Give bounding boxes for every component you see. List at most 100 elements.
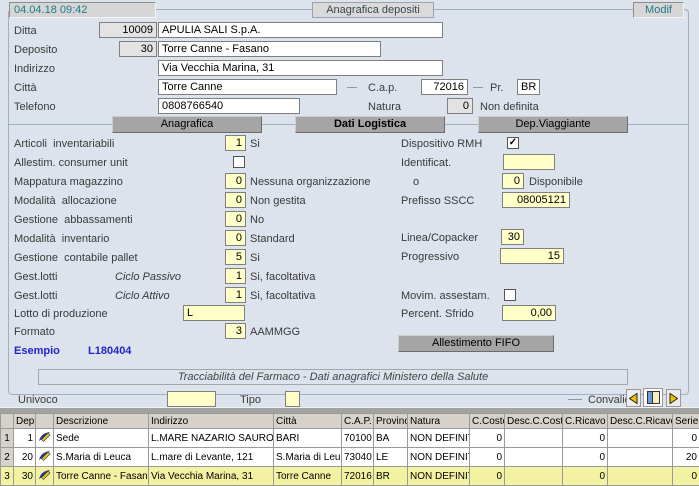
- telefono-field[interactable]: 0808766540: [158, 98, 300, 114]
- ditta-code-field[interactable]: 10009: [99, 22, 157, 38]
- column-header[interactable]: [1, 414, 14, 429]
- cell-cap[interactable]: 73040: [342, 448, 374, 467]
- mappatura-magazzino-field[interactable]: 0: [225, 173, 246, 189]
- cell-indirizzo[interactable]: L.mare di Levante, 121: [149, 448, 274, 467]
- cell-desc-c-ricavo[interactable]: [608, 429, 673, 448]
- cell-c-costo[interactable]: 0: [470, 429, 505, 448]
- cell-natura[interactable]: NON DEFINITA: [408, 429, 470, 448]
- lotti-ciclo-attivo-field[interactable]: 1: [225, 287, 246, 303]
- cell-cap[interactable]: 70100: [342, 429, 374, 448]
- consumer-unit-checkbox[interactable]: [233, 156, 245, 168]
- column-header[interactable]: Descrizione: [54, 414, 149, 429]
- gestione-pallet-field[interactable]: 5: [225, 249, 246, 265]
- datetime-display: 04.04.18 09:42: [9, 2, 156, 18]
- prev-record-button[interactable]: [626, 389, 641, 407]
- cell-desc-c-ricavo[interactable]: [608, 448, 673, 467]
- cell-desc-c-costo[interactable]: [505, 448, 563, 467]
- column-header[interactable]: Dep.: [14, 414, 36, 429]
- dispositivo-rmh-checkbox[interactable]: ✓: [507, 137, 519, 149]
- modalita-allocazione-field[interactable]: 0: [225, 192, 246, 208]
- column-header[interactable]: C.Ricavo: [563, 414, 608, 429]
- deposito-code-field[interactable]: 30: [119, 41, 157, 57]
- edit-icon-cell[interactable]: [36, 448, 54, 467]
- cell-cap[interactable]: 72016: [342, 467, 374, 486]
- edit-icon-cell[interactable]: [36, 429, 54, 448]
- cell-descrizione[interactable]: Torre Canne - Fasano: [54, 467, 149, 486]
- cell-c-costo[interactable]: 0: [470, 448, 505, 467]
- indirizzo-field[interactable]: Via Vecchia Marina, 31: [158, 60, 443, 76]
- cell-indirizzo[interactable]: L.MARE NAZARIO SAURO 211: [149, 429, 274, 448]
- pr-field[interactable]: BR: [517, 79, 540, 95]
- linea-copacker-field[interactable]: 30: [501, 229, 524, 245]
- cell-descrizione[interactable]: S.Maria di Leuca: [54, 448, 149, 467]
- modalita-inventario-field[interactable]: 0: [225, 230, 246, 246]
- cell-dep[interactable]: 30: [14, 467, 36, 486]
- percent-sfrido-field[interactable]: 0,00: [502, 305, 556, 321]
- cell-c-ricavo[interactable]: 0: [563, 448, 608, 467]
- column-header[interactable]: Serie: [673, 414, 699, 429]
- table-row[interactable]: 330 Torre Canne - FasanoVia Vecchia Marin…: [1, 467, 699, 486]
- column-header[interactable]: C.A.P.: [342, 414, 374, 429]
- cell-citta[interactable]: Torre Canne: [274, 467, 342, 486]
- cell-citta[interactable]: BARI: [274, 429, 342, 448]
- univoco-field[interactable]: [167, 391, 216, 407]
- column-header[interactable]: [36, 414, 54, 429]
- deposito-name-field[interactable]: Torre Canne - Fasano: [158, 41, 381, 57]
- column-header[interactable]: C.Costo: [470, 414, 505, 429]
- identificat-field[interactable]: [503, 154, 555, 170]
- tab-dati-logistica[interactable]: Dati Logistica: [295, 116, 445, 133]
- column-header[interactable]: Natura: [408, 414, 470, 429]
- cell-c-ricavo[interactable]: 0: [563, 467, 608, 486]
- allestimento-fifo-button[interactable]: Allestimento FIFO: [398, 335, 554, 352]
- cell-c-ricavo[interactable]: 0: [563, 429, 608, 448]
- edit-icon-cell[interactable]: [36, 467, 54, 486]
- next-record-button[interactable]: [666, 389, 681, 407]
- cell-dep[interactable]: 20: [14, 448, 36, 467]
- tipo-field[interactable]: [285, 391, 300, 407]
- cell-desc-c-ricavo[interactable]: [608, 467, 673, 486]
- tab-anagrafica[interactable]: Anagrafica: [112, 116, 262, 133]
- lotto-produzione-field[interactable]: L: [183, 305, 245, 321]
- column-header[interactable]: Desc.C.Costo: [505, 414, 563, 429]
- column-header[interactable]: Provincia: [374, 414, 408, 429]
- natura-code-field[interactable]: 0: [447, 98, 473, 114]
- lotti-ciclo-passivo-field[interactable]: 1: [225, 268, 246, 284]
- modif-button[interactable]: Modif: [633, 2, 684, 18]
- cell-serie[interactable]: 20: [673, 448, 699, 467]
- formato-field[interactable]: 3: [225, 323, 246, 339]
- cell-citta[interactable]: S.Maria di Leuca: [274, 448, 342, 467]
- cell-serie[interactable]: 0: [673, 467, 699, 486]
- articoli-inventariabili-field[interactable]: 1: [225, 135, 246, 151]
- column-header[interactable]: Indirizzo: [149, 414, 274, 429]
- column-header[interactable]: Desc.C.Ricavo: [608, 414, 673, 429]
- table-header-row: Dep. DescrizioneIndirizzoCittàC.A.P.Provi…: [1, 414, 699, 429]
- table-row[interactable]: 220S.Maria di LeucaL.mare di Levante, 12…: [1, 448, 699, 467]
- record-book-button[interactable]: [643, 388, 663, 407]
- row-number[interactable]: 1: [1, 429, 14, 448]
- cell-indirizzo[interactable]: Via Vecchia Marina, 31: [149, 467, 274, 486]
- cell-provincia[interactable]: LE: [374, 448, 408, 467]
- gestione-abbassamenti-field[interactable]: 0: [225, 211, 246, 227]
- cell-c-costo[interactable]: 0: [470, 467, 505, 486]
- progressivo-field[interactable]: 15: [500, 248, 564, 264]
- cell-natura[interactable]: NON DEFINITA: [408, 448, 470, 467]
- movim-assestam-checkbox[interactable]: [504, 289, 516, 301]
- cell-desc-c-costo[interactable]: [505, 467, 563, 486]
- disponibile-code-field[interactable]: 0: [502, 173, 524, 189]
- cell-dep[interactable]: 1: [14, 429, 36, 448]
- cell-provincia[interactable]: BR: [374, 467, 408, 486]
- table-row[interactable]: 11 SedeL.MARE NAZARIO SAURO 211BARI70100B…: [1, 429, 699, 448]
- tab-dep-viaggiante[interactable]: Dep.Viaggiante: [478, 116, 628, 133]
- cap-field[interactable]: 72016: [421, 79, 468, 95]
- column-header[interactable]: Città: [274, 414, 342, 429]
- cell-desc-c-costo[interactable]: [505, 429, 563, 448]
- prefisso-sscc-field[interactable]: 08005121: [502, 192, 570, 208]
- cell-provincia[interactable]: BA: [374, 429, 408, 448]
- row-number[interactable]: 3: [1, 467, 14, 486]
- cell-serie[interactable]: 0: [673, 429, 699, 448]
- cell-natura[interactable]: NON DEFINITA: [408, 467, 470, 486]
- citta-field[interactable]: Torre Canne: [158, 79, 337, 95]
- row-number[interactable]: 2: [1, 448, 14, 467]
- cell-descrizione[interactable]: Sede: [54, 429, 149, 448]
- ditta-name-field[interactable]: APULIA SALI S.p.A.: [158, 22, 443, 38]
